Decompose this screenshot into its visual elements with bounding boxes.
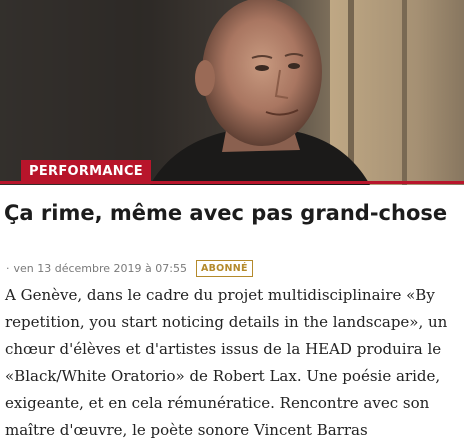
article-photo[interactable] [0,0,464,185]
article-lead: A Genève, dans le cadre du projet multid… [5,286,448,439]
article-meta: · ven 13 décembre 2019 à 07:55 ABONNÉ [6,259,253,277]
article-card[interactable]: PERFORMANCE Ça rime, même avec pas grand… [0,0,464,444]
rubric-badge[interactable]: PERFORMANCE [21,160,151,184]
publish-date: ven 13 décembre 2019 à 07:55 [13,261,187,275]
article-title[interactable]: Ça rime, même avec pas grand-chose [4,196,460,230]
meta-bullet-icon: · [6,261,10,275]
subscriber-badge: ABONNÉ [195,259,253,277]
